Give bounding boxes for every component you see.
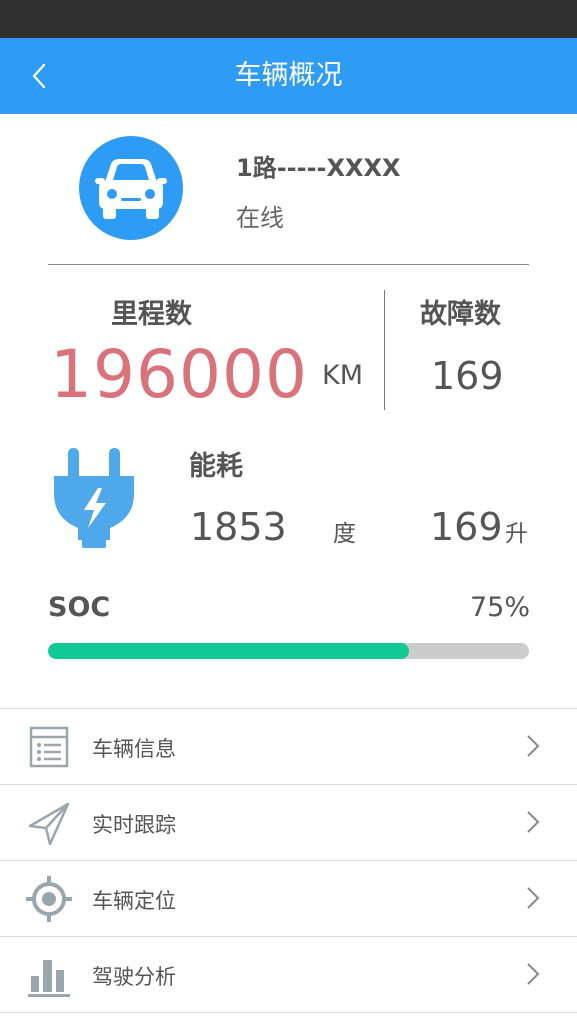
vehicle-status: 在线 (236, 204, 284, 232)
mileage-unit: KM (322, 360, 364, 391)
bar-chart-icon (28, 960, 70, 997)
status-bar (0, 0, 577, 38)
menu-item-vehicle-location[interactable]: 车辆定位 (0, 860, 577, 936)
fuel-unit: 升 (505, 521, 528, 547)
energy-unit: 度 (333, 521, 356, 547)
divider (48, 264, 529, 265)
mileage-value: 196000 (50, 336, 308, 413)
energy-label: 能耗 (189, 451, 243, 482)
menu-item-live-tracking[interactable]: 实时跟踪 (0, 784, 577, 860)
soc-value: 75% (470, 592, 531, 623)
chevron-right-icon (527, 963, 540, 985)
fault-label: 故障数 (420, 299, 501, 330)
menu-label: 驾驶分析 (92, 965, 176, 989)
mileage-label: 里程数 (111, 299, 192, 330)
car-avatar (79, 136, 183, 240)
menu-list: 车辆信息 实时跟踪 车辆定位 驾驶分析 (0, 708, 577, 1013)
menu-label: 车辆信息 (92, 737, 176, 761)
menu-label: 实时跟踪 (92, 813, 176, 837)
plug-icon (54, 448, 134, 548)
chevron-right-icon (527, 811, 540, 833)
list-icon (29, 726, 69, 768)
page-title: 车辆概况 (234, 60, 343, 91)
menu-label: 车辆定位 (92, 889, 176, 913)
locate-icon (26, 876, 72, 922)
paper-plane-icon (28, 802, 70, 846)
energy-value: 1853 (190, 505, 287, 549)
stats-divider (384, 290, 385, 410)
menu-item-vehicle-info[interactable]: 车辆信息 (0, 708, 577, 784)
fault-value: 169 (431, 354, 504, 398)
soc-progress-bar (48, 643, 529, 659)
chevron-right-icon (527, 735, 540, 757)
back-arrow-icon (32, 63, 46, 89)
soc-progress-fill (48, 643, 409, 659)
chevron-right-icon (527, 887, 540, 909)
soc-label: SOC (48, 592, 111, 623)
menu-item-driving-analysis[interactable]: 驾驶分析 (0, 936, 577, 1013)
nav-bar: 车辆概况 (0, 38, 577, 114)
back-button[interactable] (20, 50, 72, 102)
vehicle-plate: 1路-----XXXX (236, 154, 401, 182)
car-icon (95, 159, 167, 219)
fuel-value: 169 (430, 505, 503, 549)
